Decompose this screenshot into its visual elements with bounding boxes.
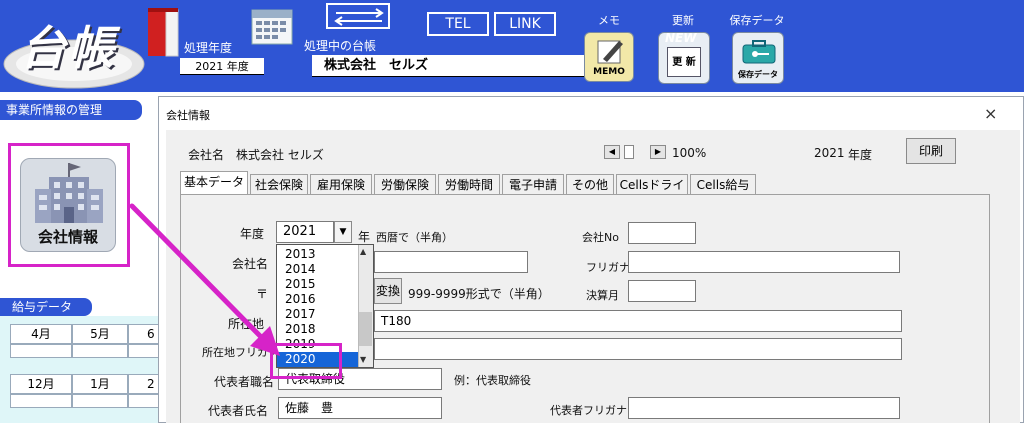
month-cell-jan[interactable]: 1月 bbox=[72, 374, 128, 394]
closing-month-input[interactable] bbox=[628, 280, 696, 302]
company-info-button-label: 会社情報 bbox=[37, 228, 98, 246]
postal-label: 〒 bbox=[256, 287, 269, 301]
month-sub-dec bbox=[10, 394, 72, 408]
month-cell-apr[interactable]: 4月 bbox=[10, 324, 72, 344]
update-caption: 更新 bbox=[672, 14, 694, 27]
convert-button[interactable]: 変換 bbox=[374, 278, 402, 304]
dialog-company-name-label: 会社名 bbox=[188, 148, 225, 162]
address-input[interactable]: T180 bbox=[374, 310, 902, 332]
tab-e-application[interactable]: 電子申請 bbox=[502, 174, 564, 195]
rep-name-label: 代表者氏名 bbox=[208, 404, 269, 418]
rep-furigana-label: 代表者フリガナ bbox=[550, 404, 627, 417]
tab-employment-insurance[interactable]: 雇用保険 bbox=[310, 174, 372, 195]
month-sub-jun bbox=[128, 344, 160, 358]
year-suffix: 年 bbox=[358, 230, 371, 244]
tab-other[interactable]: その他 bbox=[566, 174, 614, 195]
month-sub-may bbox=[72, 344, 128, 358]
year-option-2017[interactable]: 2017 bbox=[277, 307, 361, 322]
swap-arrows-icon bbox=[334, 8, 384, 26]
month-sub-jan bbox=[72, 394, 128, 408]
tab-basic-data[interactable]: 基本データ bbox=[180, 171, 248, 195]
year-hint: 西暦で（半角） bbox=[376, 231, 453, 244]
scroll-down-icon[interactable]: ▼ bbox=[360, 355, 366, 364]
update-button[interactable]: NEW 更 新 bbox=[658, 31, 710, 84]
tab-cells-salary[interactable]: Cells給与 bbox=[690, 174, 756, 195]
link-button[interactable]: LINK bbox=[494, 12, 556, 36]
save-icon-text: 保存データ bbox=[738, 70, 778, 79]
form-company-name-label: 会社名 bbox=[232, 257, 269, 271]
tab-working-hours[interactable]: 労働時間 bbox=[438, 174, 500, 195]
dialog-year-unit: 年度 bbox=[848, 148, 873, 162]
memo-icon-text: MEMO bbox=[593, 67, 625, 77]
management-section-title: 事業所情報の管理 bbox=[0, 100, 142, 120]
closing-month-label: 決算月 bbox=[586, 289, 619, 302]
furigana-input[interactable] bbox=[628, 251, 900, 273]
red-book-icon bbox=[148, 8, 179, 57]
save-caption: 保存データ bbox=[729, 14, 785, 27]
month-sub-feb bbox=[128, 394, 160, 408]
year-select[interactable]: 2021 bbox=[276, 221, 334, 243]
dialog-company-name-value: 株式会社 セルズ bbox=[236, 148, 324, 162]
logo-text: 台帳 bbox=[20, 21, 116, 75]
calendar-icon[interactable] bbox=[250, 8, 294, 46]
current-ledger-value: 株式会社 セルズ bbox=[312, 55, 590, 77]
form-company-name-input[interactable] bbox=[374, 251, 528, 273]
update-icon-text: 更 新 bbox=[667, 47, 701, 77]
year-option-2014[interactable]: 2014 bbox=[277, 262, 361, 277]
processing-year-label: 処理年度 bbox=[184, 41, 233, 55]
zoom-slider-thumb[interactable] bbox=[624, 145, 634, 159]
print-button[interactable]: 印刷 bbox=[906, 138, 956, 164]
tab-labor-insurance[interactable]: 労働保険 bbox=[374, 174, 436, 195]
new-badge: NEW bbox=[665, 31, 697, 45]
tab-social-insurance[interactable]: 社会保険 bbox=[250, 174, 308, 195]
dialog-title: 会社情報 bbox=[166, 109, 210, 122]
company-no-label: 会社No bbox=[582, 231, 619, 244]
month-cell-feb[interactable]: 2 bbox=[128, 374, 160, 394]
selection-highlight-box bbox=[270, 343, 342, 379]
year-option-2018[interactable]: 2018 bbox=[277, 322, 361, 337]
year-option-2016[interactable]: 2016 bbox=[277, 292, 361, 307]
zoom-decrease-button[interactable]: ◀ bbox=[604, 145, 620, 159]
year-label: 年度 bbox=[240, 227, 265, 241]
memo-pencil-icon bbox=[597, 40, 623, 64]
briefcase-key-icon bbox=[742, 40, 776, 64]
address-furigana-label: 所在地フリガナ bbox=[202, 346, 279, 359]
address-furigana-input[interactable] bbox=[374, 338, 902, 360]
processing-year-value: 2021 年度 bbox=[180, 58, 264, 75]
month-cell-dec[interactable]: 12月 bbox=[10, 374, 72, 394]
tel-button[interactable]: TEL bbox=[427, 12, 489, 36]
scroll-up-icon[interactable]: ▲ bbox=[360, 247, 366, 256]
month-sub-apr bbox=[10, 344, 72, 358]
furigana-label: フリガナ bbox=[586, 261, 630, 274]
year-dropdown-scroll-thumb[interactable] bbox=[359, 312, 372, 346]
zoom-value: 100% bbox=[672, 146, 707, 160]
current-ledger-label: 処理中の台帳 bbox=[304, 39, 377, 53]
dialog-year-display: 2021 bbox=[814, 146, 845, 160]
month-cell-jun[interactable]: 6 bbox=[128, 324, 160, 344]
year-option-2013[interactable]: 2013 bbox=[277, 247, 361, 262]
year-option-2015[interactable]: 2015 bbox=[277, 277, 361, 292]
month-cell-may[interactable]: 5月 bbox=[72, 324, 128, 344]
memo-caption: メモ bbox=[598, 14, 620, 27]
year-dropdown-scrollbar[interactable] bbox=[358, 245, 373, 367]
zoom-increase-button[interactable]: ▶ bbox=[650, 145, 666, 159]
memo-button[interactable]: MEMO bbox=[584, 32, 634, 82]
postal-hint: 999-9999形式で（半角） bbox=[408, 287, 550, 301]
address-label: 所在地 bbox=[228, 317, 265, 331]
company-no-input[interactable] bbox=[628, 222, 696, 244]
building-icon bbox=[35, 163, 103, 223]
rep-title-example: 例：代表取締役 bbox=[454, 374, 531, 387]
rep-title-label: 代表者職名 bbox=[214, 375, 275, 389]
rep-furigana-input[interactable] bbox=[628, 397, 900, 419]
rep-name-input[interactable]: 佐藤 豊 bbox=[278, 397, 442, 419]
close-icon[interactable]: × bbox=[984, 104, 997, 123]
switch-ledger-button[interactable] bbox=[326, 3, 390, 29]
year-dropdown-arrow[interactable]: ▼ bbox=[334, 221, 352, 243]
salary-data-title: 給与データ bbox=[0, 298, 92, 316]
save-data-button[interactable]: 保存データ bbox=[732, 32, 784, 84]
